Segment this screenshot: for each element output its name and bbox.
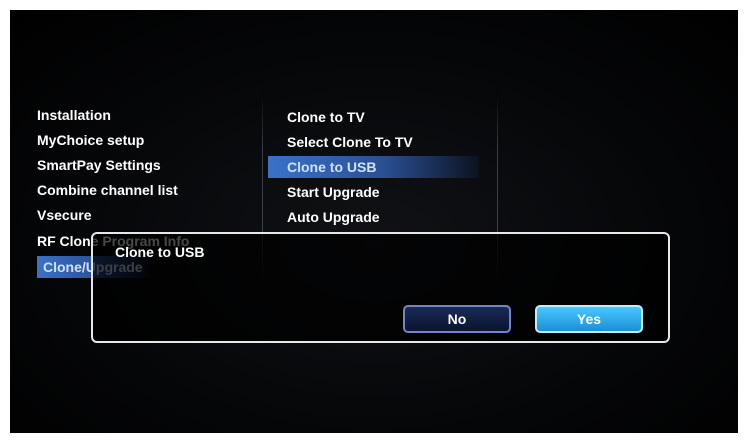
submenu-item-auto-upgrade[interactable]: Auto Upgrade: [287, 206, 380, 228]
menu-item-vsecure[interactable]: Vsecure: [37, 204, 91, 226]
tv-screen: Installation MyChoice setup SmartPay Set…: [10, 10, 738, 433]
menu-item-installation[interactable]: Installation: [37, 104, 111, 126]
yes-button[interactable]: Yes: [535, 305, 643, 333]
confirm-dialog: Clone to USB No Yes: [91, 232, 670, 343]
menu-item-smartpay-settings[interactable]: SmartPay Settings: [37, 154, 161, 176]
dialog-title: Clone to USB: [115, 244, 205, 260]
submenu-item-clone-to-usb[interactable]: Clone to USB: [268, 156, 479, 178]
menu-item-mychoice-setup[interactable]: MyChoice setup: [37, 129, 144, 151]
menu-item-combine-channel-list[interactable]: Combine channel list: [37, 179, 178, 201]
submenu-item-start-upgrade[interactable]: Start Upgrade: [287, 181, 380, 203]
submenu-item-select-clone-to-tv[interactable]: Select Clone To TV: [287, 131, 413, 153]
no-button[interactable]: No: [403, 305, 511, 333]
submenu-item-clone-to-tv[interactable]: Clone to TV: [287, 106, 365, 128]
